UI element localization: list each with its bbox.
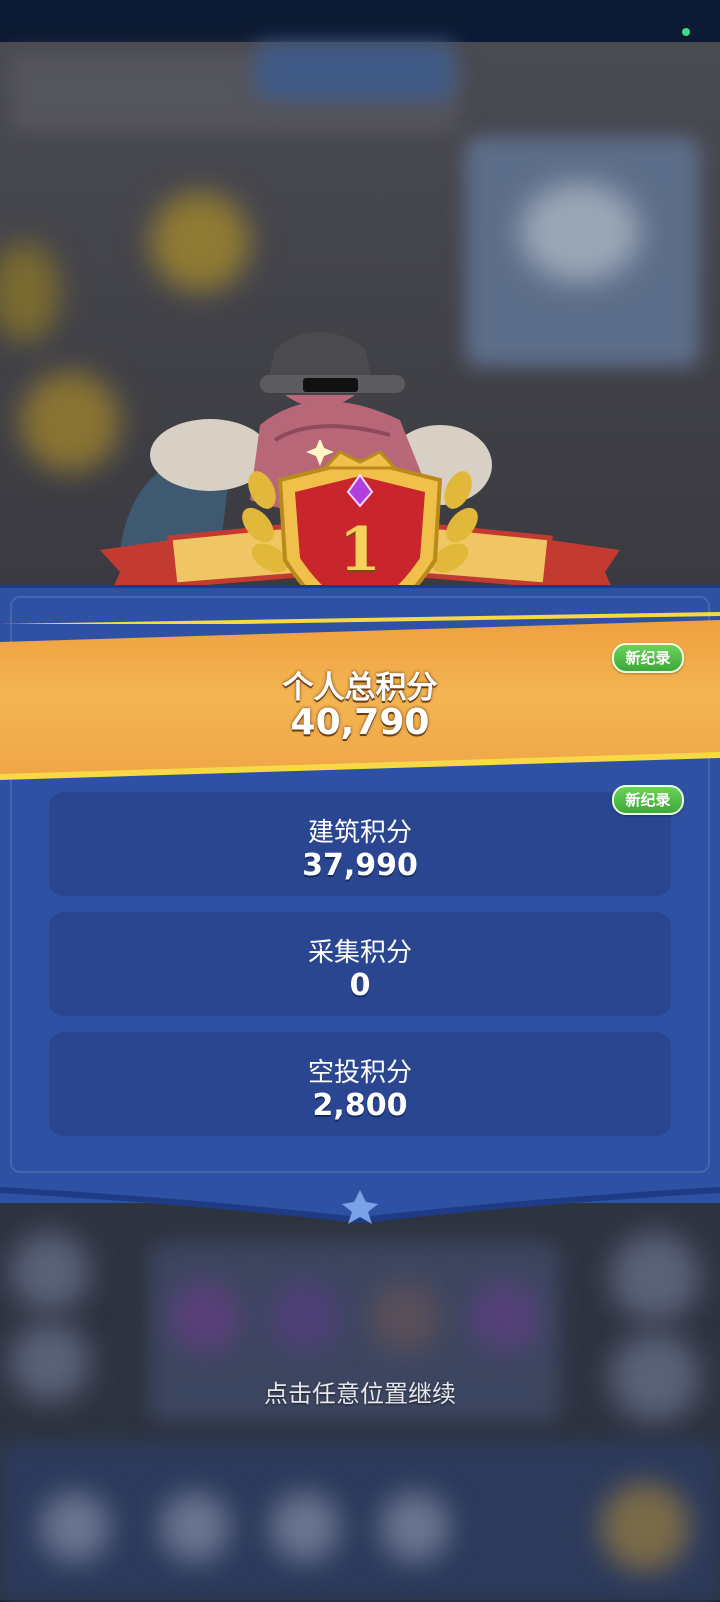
score-card-gathering: 采集积分 0: [49, 912, 671, 1016]
total-score-label: 个人总积分: [282, 670, 438, 706]
panel-bottom-trim: [0, 1180, 720, 1224]
status-bar: [0, 0, 720, 42]
rank-number: 1: [339, 515, 381, 585]
score-card-airdrop: 空投积分 2,800: [49, 1032, 671, 1136]
score-card-building: 建筑积分 37,990: [49, 792, 671, 896]
status-indicator-dot: [682, 28, 690, 36]
score-card-value: 2,800: [312, 1088, 408, 1123]
new-record-badge: 新纪录: [612, 785, 684, 815]
band-stripe-bottom: [0, 752, 720, 780]
score-card-label: 采集积分: [307, 938, 412, 968]
score-card-label: 建筑积分: [307, 818, 412, 848]
new-record-badge: 新纪录: [612, 643, 684, 673]
tap-to-continue-hint[interactable]: 点击任意位置继续: [0, 1374, 720, 1409]
score-card-label: 空投积分: [307, 1058, 412, 1088]
band-stripe-top: [0, 612, 720, 624]
total-score-value: 40,790: [290, 702, 430, 743]
score-card-value: 0: [349, 968, 371, 1003]
score-card-value: 37,990: [302, 848, 418, 883]
